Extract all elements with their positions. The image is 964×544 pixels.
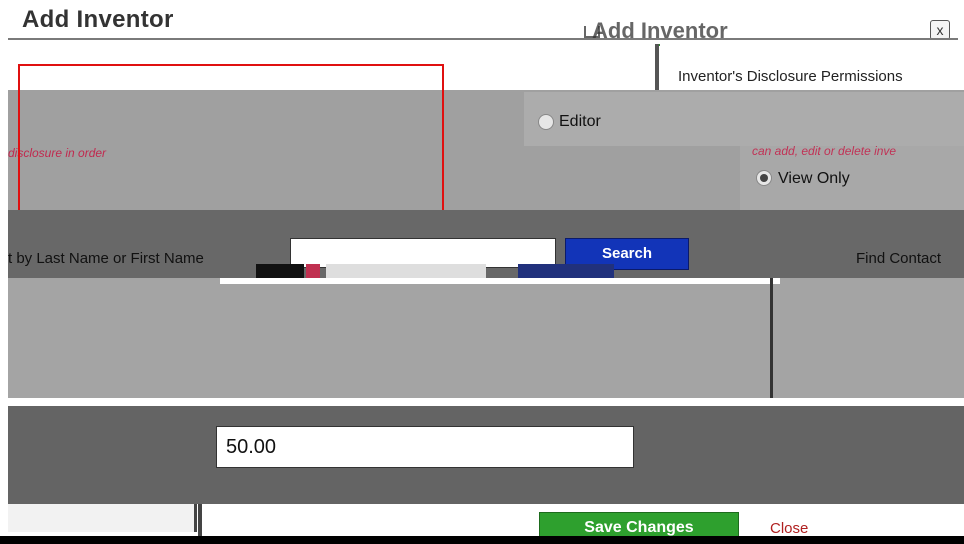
panel-separator xyxy=(655,44,659,90)
search-label: t by Last Name or First Name xyxy=(8,250,204,267)
editor-label[interactable]: Editor xyxy=(559,113,601,131)
dialog-title-echo: Add Inventor xyxy=(592,18,728,38)
render-artifact xyxy=(306,264,320,278)
highlight-box xyxy=(18,64,444,225)
results-header xyxy=(220,278,780,284)
bottom-edge xyxy=(0,536,964,544)
close-link[interactable]: Close xyxy=(770,520,808,537)
editor-radio[interactable] xyxy=(538,114,554,130)
view-only-label[interactable]: View Only xyxy=(778,170,850,188)
dialog-title: Add Inventor xyxy=(22,6,174,33)
left-edge xyxy=(0,0,8,544)
find-contact-label[interactable]: Find Contact xyxy=(856,250,941,267)
permissions-heading: Inventor's Disclosure Permissions xyxy=(678,68,903,85)
render-artifact xyxy=(256,264,304,278)
view-hint: can add, edit or delete inve xyxy=(752,144,897,158)
view-only-radio[interactable] xyxy=(756,170,772,186)
close-icon[interactable]: x xyxy=(930,20,950,40)
percent-input[interactable]: 50.00 xyxy=(216,426,634,468)
footer-panel xyxy=(8,504,197,532)
results-area xyxy=(8,278,964,398)
results-separator xyxy=(770,278,773,398)
